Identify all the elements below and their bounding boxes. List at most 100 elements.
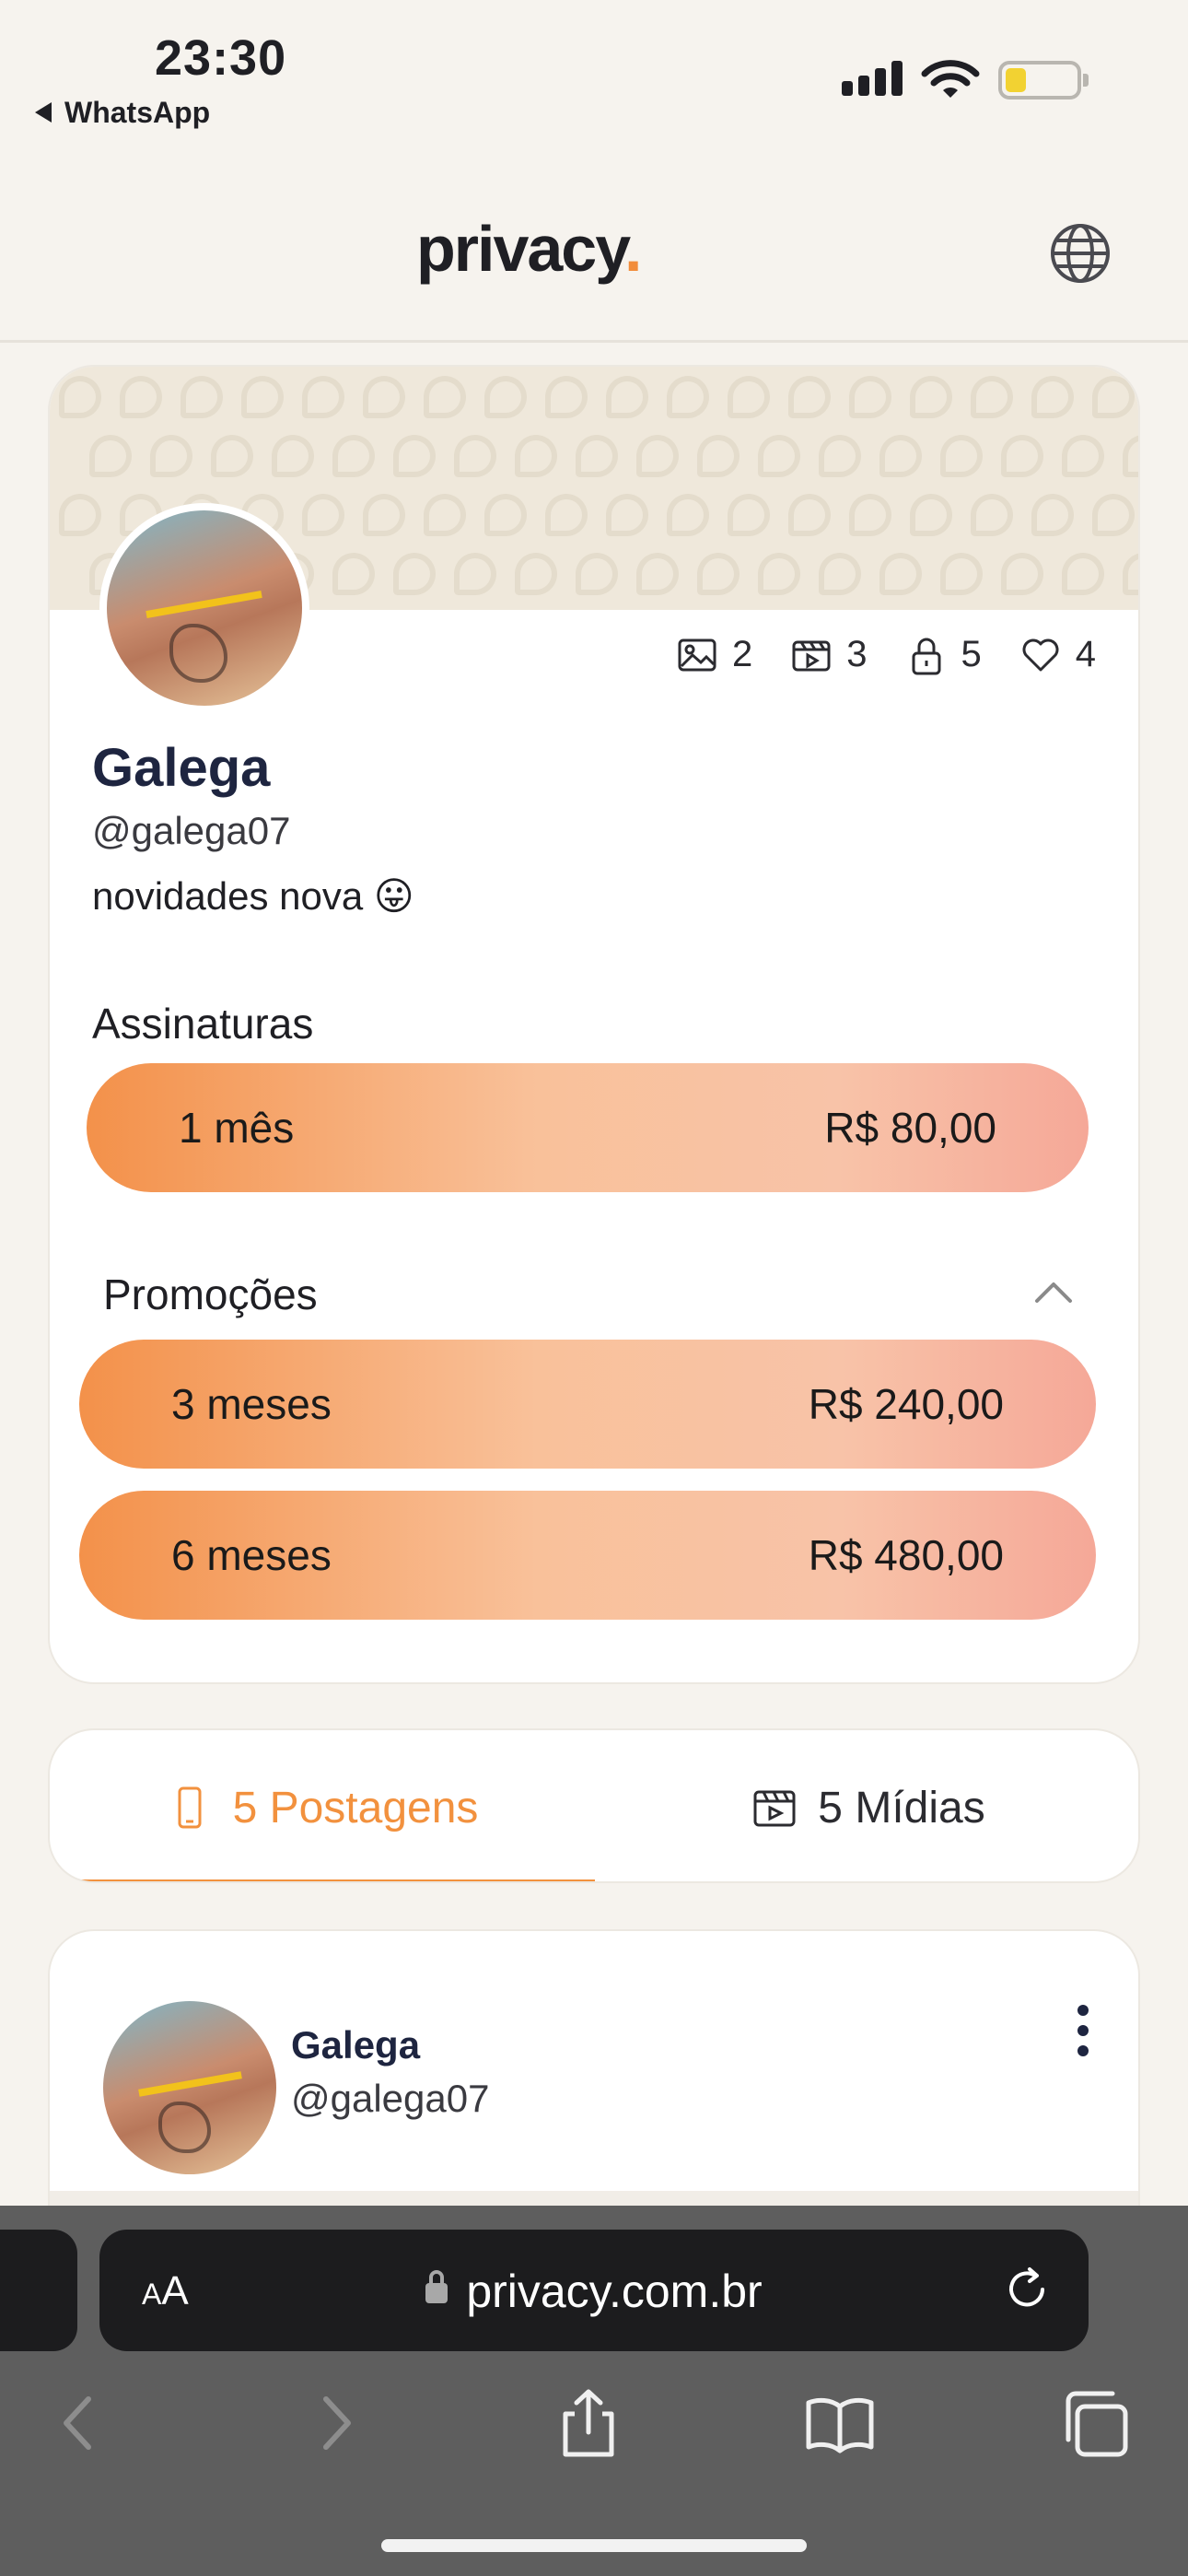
cover-pattern-mark — [879, 435, 922, 477]
cover-pattern-mark — [758, 435, 800, 477]
share-icon[interactable] — [556, 2386, 621, 2460]
cover-pattern-mark — [1031, 376, 1074, 418]
cover-pattern-mark — [879, 553, 922, 595]
subscriptions-title: Assinaturas — [92, 1000, 314, 1048]
cover-pattern-mark — [211, 435, 253, 477]
tab-media[interactable]: 5 Mídias — [595, 1730, 1138, 1881]
cover-pattern-mark — [363, 494, 405, 536]
cover-pattern-mark — [940, 553, 983, 595]
back-icon[interactable] — [55, 2386, 101, 2460]
plan-label: 6 meses — [171, 1531, 332, 1579]
browser-nav — [0, 2386, 1188, 2478]
reload-icon[interactable] — [1002, 2265, 1052, 2314]
site-header: privacy. — [0, 157, 1188, 343]
cover-pattern-mark — [393, 553, 436, 595]
forward-icon[interactable] — [313, 2386, 359, 2460]
cover-pattern-mark — [849, 494, 891, 536]
tab-posts[interactable]: 5 Postagens — [50, 1730, 595, 1881]
cover-pattern-mark — [59, 376, 101, 418]
cover-pattern-mark — [910, 494, 952, 536]
cover-pattern-mark — [332, 435, 375, 477]
lock-icon — [912, 638, 940, 674]
cover-pattern-mark — [454, 435, 496, 477]
video-icon — [792, 640, 831, 671]
wifi-icon — [921, 60, 980, 98]
url-display[interactable]: privacy.com.br — [99, 2265, 1089, 2318]
cover-pattern-mark — [636, 435, 679, 477]
cover-pattern-mark — [667, 376, 709, 418]
cover-pattern-mark — [484, 376, 527, 418]
cover-pattern-mark — [1062, 553, 1104, 595]
battery-icon — [998, 61, 1089, 100]
cover-pattern-mark — [1031, 494, 1074, 536]
more-options-icon[interactable] — [1074, 2005, 1092, 2056]
stat-likes: 4 — [1020, 634, 1096, 675]
stat-videos: 3 — [791, 634, 868, 675]
profile-avatar[interactable] — [99, 503, 309, 713]
cover-pattern-mark — [424, 376, 466, 418]
browser-toolbar: AA privacy.com.br — [0, 2206, 1188, 2576]
promotion-3-months-button[interactable]: 3 meses R$ 240,00 — [79, 1340, 1096, 1469]
back-arrow-icon — [35, 101, 52, 123]
bookmarks-icon[interactable] — [803, 2386, 877, 2460]
profile-handle: @galega07 — [92, 809, 291, 852]
cover-pattern-mark — [940, 435, 983, 477]
content-tabs: 5 Postagens 5 Mídias — [48, 1728, 1140, 1883]
cover-pattern-mark — [758, 553, 800, 595]
cover-pattern-mark — [272, 435, 314, 477]
subscription-1-month-button[interactable]: 1 mês R$ 80,00 — [87, 1063, 1089, 1192]
cover-pattern-mark — [302, 376, 344, 418]
cover-pattern-mark — [241, 376, 284, 418]
profile-card: 2 3 5 4 Galega @galega07 novidades nova … — [48, 365, 1140, 1684]
clock: 23:30 — [155, 30, 287, 86]
cover-pattern-mark — [302, 494, 344, 536]
language-globe-icon[interactable] — [1050, 223, 1111, 284]
cover-pattern-mark — [1123, 553, 1138, 595]
cover-pattern-mark — [454, 553, 496, 595]
cover-pattern-mark — [788, 376, 831, 418]
plan-price: R$ 240,00 — [808, 1380, 1004, 1428]
privacy-logo[interactable]: privacy. — [416, 212, 642, 286]
cover-pattern-mark — [849, 376, 891, 418]
cover-pattern-mark — [515, 435, 557, 477]
cover-pattern-mark — [393, 435, 436, 477]
cover-pattern-mark — [728, 494, 770, 536]
profile-stats: 2 3 5 4 — [677, 634, 1096, 675]
post-author-name[interactable]: Galega — [291, 2023, 420, 2067]
plan-label: 1 mês — [179, 1104, 295, 1152]
cover-pattern-mark — [697, 435, 740, 477]
cover-pattern-mark — [1001, 435, 1043, 477]
cellular-signal-icon — [842, 61, 903, 96]
cover-pattern-mark — [667, 494, 709, 536]
cover-pattern-mark — [89, 435, 132, 477]
cover-pattern-mark — [819, 553, 861, 595]
lock-icon — [425, 2270, 448, 2303]
address-bar[interactable]: AA privacy.com.br — [99, 2230, 1089, 2351]
cover-pattern-mark — [424, 494, 466, 536]
plan-label: 3 meses — [171, 1380, 332, 1428]
post-author-handle: @galega07 — [291, 2077, 490, 2120]
cover-pattern-mark — [120, 376, 162, 418]
back-to-app-link[interactable]: WhatsApp — [35, 96, 210, 130]
tabs-icon[interactable] — [1059, 2386, 1133, 2460]
plan-price: R$ 80,00 — [824, 1104, 996, 1152]
cover-pattern-mark — [150, 435, 192, 477]
promotion-6-months-button[interactable]: 6 meses R$ 480,00 — [79, 1491, 1096, 1620]
cover-pattern-mark — [819, 435, 861, 477]
heart-icon — [1022, 638, 1059, 671]
cover-pattern-mark — [576, 553, 618, 595]
status-bar: 23:30 WhatsApp — [0, 0, 1188, 147]
previous-tab-peek[interactable] — [0, 2230, 77, 2351]
cover-pattern-mark — [1092, 494, 1135, 536]
cover-pattern-mark — [1001, 553, 1043, 595]
cover-pattern-mark — [545, 494, 588, 536]
chevron-up-icon[interactable] — [1033, 1279, 1074, 1305]
post-avatar[interactable] — [103, 2001, 276, 2174]
cover-pattern-mark — [788, 494, 831, 536]
cover-pattern-mark — [332, 553, 375, 595]
cover-pattern-mark — [1062, 435, 1104, 477]
cover-pattern-mark — [636, 553, 679, 595]
video-icon — [753, 1790, 796, 1827]
profile-bio: novidades nova 😛 — [92, 874, 414, 918]
phone-icon — [178, 1786, 202, 1829]
